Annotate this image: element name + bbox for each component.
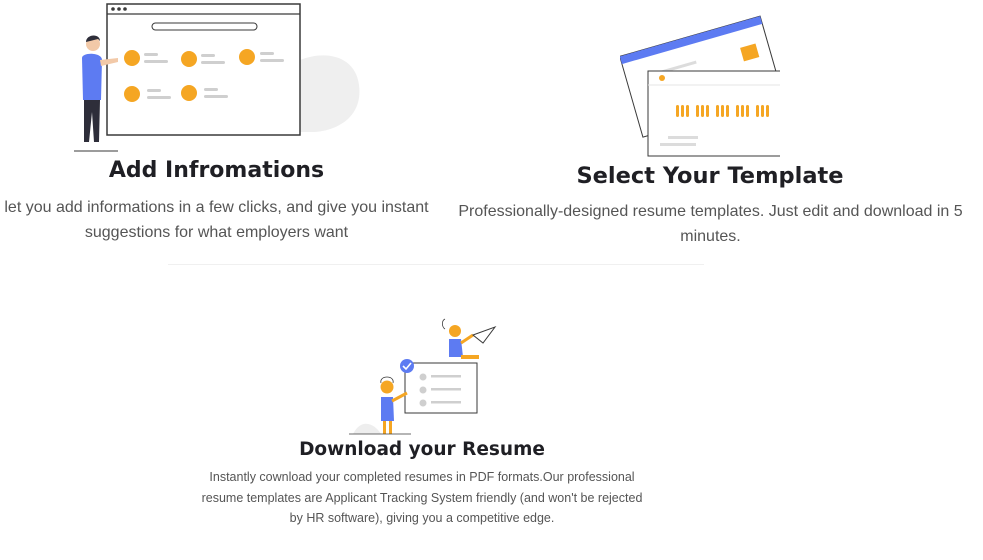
feature-description: Instantly cownload your completed resume… (201, 470, 643, 525)
select-template-illustration (619, 5, 792, 160)
feature-title: Download your Resume (299, 439, 545, 460)
section-divider (168, 264, 704, 265)
feature-title: Add Infromations (108, 158, 325, 183)
download-resume-illustration (345, 315, 500, 437)
feature-description: Professionally-designed resume templates… (458, 203, 963, 245)
add-info-illustration (70, 0, 370, 155)
feature-title: Select Your Template (576, 163, 844, 189)
feature-description: let you add informations in a few clicks… (4, 199, 429, 241)
